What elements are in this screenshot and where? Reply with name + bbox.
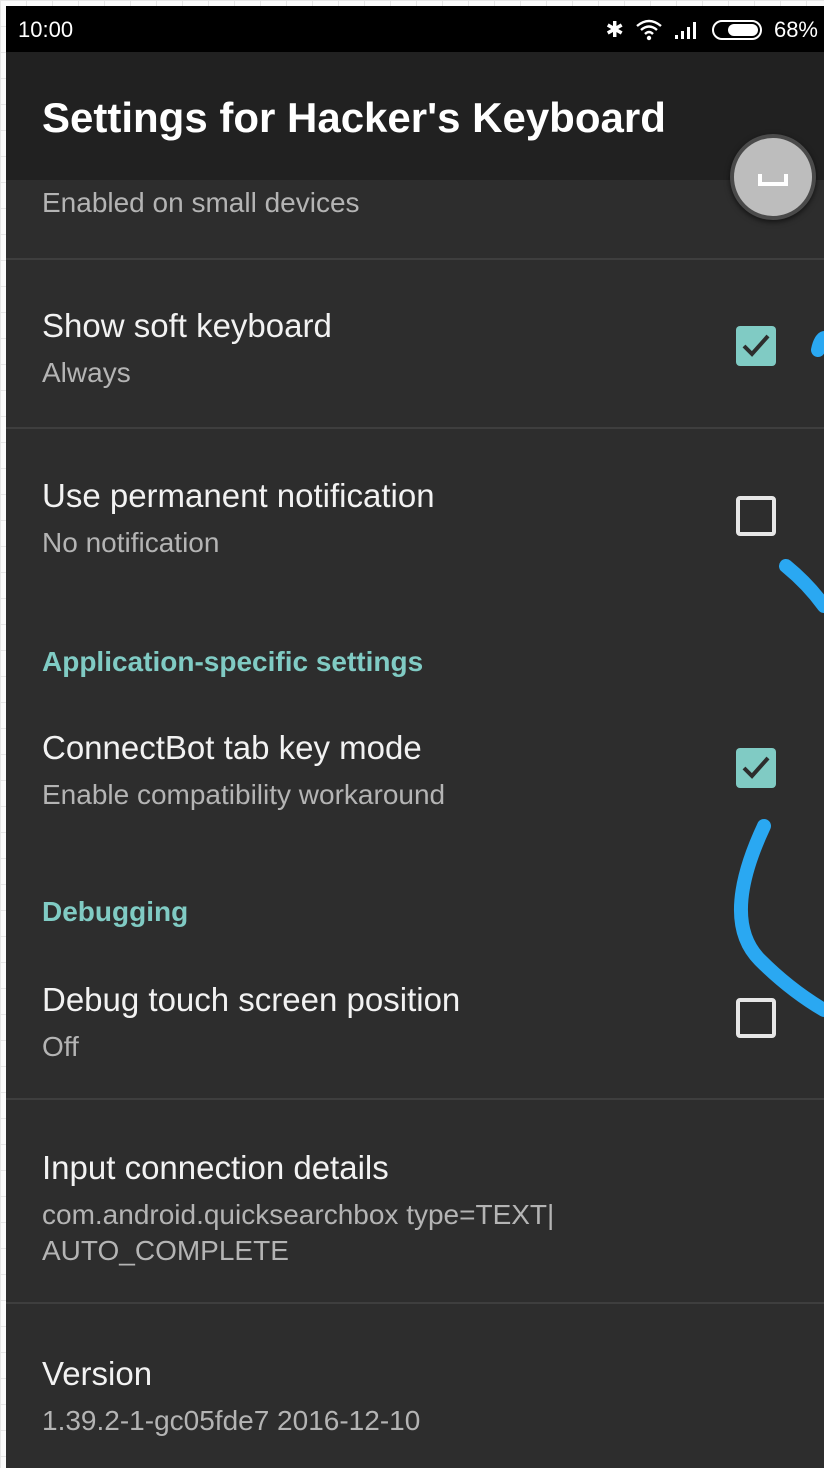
page-title: Settings for Hacker's Keyboard bbox=[42, 94, 666, 141]
checkbox-show-soft-keyboard[interactable] bbox=[736, 326, 776, 366]
setting-title: ConnectBot tab key mode bbox=[42, 729, 422, 766]
setting-title: Debug touch screen position bbox=[42, 981, 461, 1018]
divider bbox=[6, 1098, 824, 1100]
setting-summary-line2: AUTO_COMPLETE bbox=[42, 1235, 289, 1266]
setting-summary: Always bbox=[42, 357, 131, 388]
checkbox-checked-icon bbox=[742, 756, 770, 779]
divider bbox=[6, 1302, 824, 1304]
status-bar: 10:00 ✱ 68% bbox=[6, 6, 824, 52]
status-icons: ✱ 68% bbox=[606, 17, 818, 43]
checkbox-checked-icon bbox=[742, 334, 770, 357]
partially-scrolled-item[interactable]: Enabled on small devices bbox=[6, 180, 824, 258]
signal-icon bbox=[674, 20, 700, 40]
setting-summary: 1.39.2-1-gc05fde7 2016-12-10 bbox=[42, 1405, 421, 1436]
status-time: 10:00 bbox=[18, 17, 74, 42]
setting-summary-line1: com.android.quicksearchbox type=TEXT| bbox=[42, 1199, 555, 1230]
checkbox-debug-touch[interactable] bbox=[736, 998, 776, 1038]
keyboard-floating-button[interactable] bbox=[730, 134, 816, 220]
setting-title: Input connection details bbox=[42, 1149, 389, 1186]
app-bar: Settings for Hacker's Keyboard bbox=[6, 52, 824, 180]
partial-item-summary: Enabled on small devices bbox=[42, 187, 360, 218]
checkbox-connectbot-tab-key[interactable] bbox=[736, 748, 776, 788]
setting-summary: Enable compatibility workaround bbox=[42, 779, 446, 810]
battery-icon bbox=[711, 20, 762, 40]
keyboard-space-icon bbox=[758, 174, 788, 186]
setting-summary: No notification bbox=[42, 527, 220, 558]
setting-title: Version bbox=[42, 1355, 153, 1392]
setting-title: Use permanent notification bbox=[42, 477, 435, 514]
divider bbox=[6, 427, 824, 429]
setting-summary: Off bbox=[42, 1031, 79, 1062]
checkbox-permanent-notification[interactable] bbox=[736, 496, 776, 536]
wifi-icon bbox=[636, 19, 662, 41]
divider bbox=[6, 258, 824, 260]
battery-percentage: 68% bbox=[773, 17, 818, 42]
bluetooth-icon: ✱ bbox=[605, 17, 624, 42]
phone-screen: 10:00 ✱ 68% Settings for Hacker's Keyboa… bbox=[6, 6, 824, 1468]
section-header-debugging: Debugging bbox=[42, 896, 189, 927]
setting-title: Show soft keyboard bbox=[42, 307, 332, 344]
section-header-app-specific: Application-specific settings bbox=[42, 646, 424, 677]
